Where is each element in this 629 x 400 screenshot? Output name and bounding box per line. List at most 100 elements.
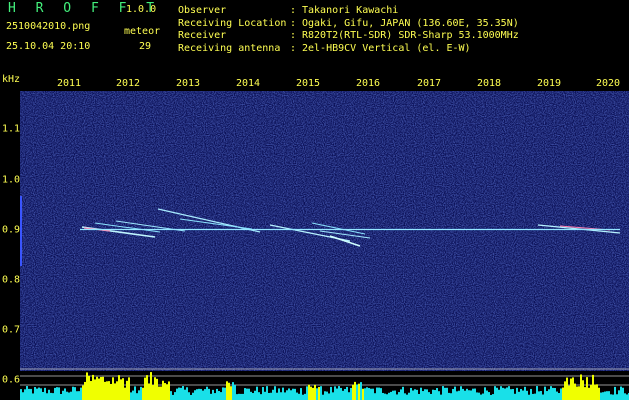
histogram-bar (326, 391, 328, 400)
histogram-bar (48, 389, 50, 400)
histogram-bar (214, 393, 216, 400)
histogram-bar (138, 390, 140, 400)
histogram-bar (300, 388, 302, 400)
histogram-bar (212, 389, 214, 400)
histogram-bar (432, 389, 434, 400)
histogram-bar (384, 393, 386, 400)
year-label: 2016 (355, 78, 381, 89)
histogram-bar (440, 394, 442, 400)
histogram-bar (402, 386, 404, 400)
histogram-bar (190, 394, 192, 400)
histogram-bar (558, 393, 560, 400)
histogram-bar (262, 387, 264, 400)
histogram-bar (426, 389, 428, 400)
histogram-bar (50, 392, 52, 400)
freq-tick-label: 0.8 (2, 274, 21, 286)
histogram-bar (44, 387, 46, 400)
histogram-bar (236, 394, 238, 400)
histogram-bar (96, 376, 98, 400)
year-label: 2014 (235, 78, 261, 89)
info-value: Ogaki, Gifu, JAPAN (136.60E, 35.35N) (302, 17, 519, 29)
histogram-bar (436, 388, 438, 400)
histogram-bar (606, 391, 608, 400)
histogram-bar (368, 388, 370, 400)
year-label: 2015 (295, 78, 321, 89)
histogram-bar (366, 387, 368, 400)
histogram-bar (62, 390, 64, 400)
histogram-bar (398, 392, 400, 400)
freq-tick-label: 1.0 (2, 174, 21, 186)
histogram-bar (538, 391, 540, 400)
histogram-bar (342, 390, 344, 400)
info-colon: : (290, 42, 297, 54)
histogram-bar (260, 394, 262, 400)
histogram-bar (298, 393, 300, 400)
spectrogram-plot (20, 91, 629, 400)
histogram-bar (502, 387, 504, 400)
histogram-bar (314, 384, 316, 400)
histogram-bar (418, 393, 420, 400)
histogram-bar (574, 383, 576, 400)
histogram-bar (460, 386, 462, 400)
histogram-bar (86, 372, 88, 400)
histogram-bar (518, 391, 520, 400)
histogram-bar (154, 377, 156, 400)
histogram-bar (308, 384, 310, 400)
histogram-bar (78, 391, 80, 400)
histogram-bar (164, 383, 166, 400)
histogram-bar (378, 387, 380, 400)
histogram-bar (26, 386, 28, 400)
info-value: 2el-HB9CV Vertical (el. E-W) (302, 42, 471, 54)
histogram-bar (348, 392, 350, 400)
histogram-bar (94, 379, 96, 400)
histogram-bar (530, 388, 532, 400)
histogram-bar (414, 389, 416, 400)
histogram-bar (288, 388, 290, 400)
freq-tick-label: 0.6 (2, 374, 21, 386)
histogram-bar (306, 386, 308, 400)
histogram-bar (140, 386, 142, 400)
histogram-bar (152, 384, 154, 400)
info-row-receiver: Receiver: R820T2(RTL-SDR) SDR-Sharp 53.10… (178, 30, 519, 43)
info-colon: : (290, 5, 297, 16)
histogram-bar (362, 388, 364, 400)
histogram-bar (564, 381, 566, 400)
histogram-bar (232, 382, 234, 400)
histogram-bar (612, 394, 614, 400)
histogram-bar (278, 388, 280, 400)
histogram-bar (448, 392, 450, 400)
histogram-bar (590, 384, 592, 400)
histogram-bar (108, 381, 110, 400)
info-row-location: Receiving Location: Ogaki, Gifu, JAPAN (1… (178, 18, 519, 31)
histogram-bar (616, 394, 618, 400)
histogram-bar (516, 387, 518, 400)
histogram-bar (104, 381, 106, 400)
histogram-bar (596, 384, 598, 400)
histogram-bar (228, 382, 230, 400)
histogram-bar (358, 383, 360, 400)
histogram-bar (216, 388, 218, 400)
histogram-bar (230, 386, 232, 400)
histogram-bar (428, 392, 430, 400)
histogram-bar (22, 392, 24, 400)
histogram-bar (68, 392, 70, 400)
histogram-bar (450, 393, 452, 400)
histogram-bar (246, 388, 248, 400)
histogram-bar (180, 387, 182, 400)
histogram-bar (454, 386, 456, 400)
histogram-bar (220, 392, 222, 400)
histogram-bar (168, 381, 170, 400)
histogram-bar (470, 390, 472, 400)
histogram-bar (486, 390, 488, 400)
file-name: 2510042010.png (6, 21, 91, 32)
histogram-bar (510, 389, 512, 400)
histogram-bar (540, 390, 542, 400)
histogram-bar (514, 393, 516, 400)
histogram-bar (446, 387, 448, 400)
histogram-bar (602, 392, 604, 400)
histogram-bar (274, 386, 276, 400)
histogram-bar (112, 377, 114, 400)
info-value: R820T2(RTL-SDR) SDR-Sharp 53.1000MHz (302, 30, 519, 41)
year-label: 2013 (175, 78, 201, 89)
histogram-bar (592, 374, 594, 400)
